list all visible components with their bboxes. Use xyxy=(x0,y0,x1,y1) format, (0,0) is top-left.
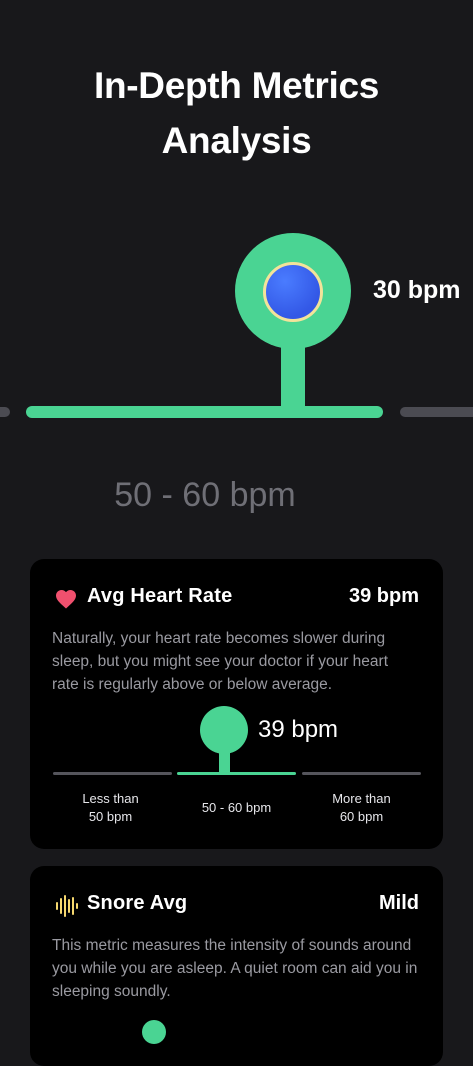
segment-low xyxy=(53,772,172,775)
card-description: Naturally, your heart rate becomes slowe… xyxy=(52,630,389,693)
segment-normal xyxy=(177,772,296,775)
mini-indicator-knob xyxy=(200,706,248,754)
segment-high-line-1: More than xyxy=(332,791,391,806)
snore-avg-card[interactable]: Snore Avg Mild This metric measures the … xyxy=(30,866,443,1066)
segment-normal-label: 50 - 60 bpm xyxy=(177,799,296,817)
slider-track-left xyxy=(0,407,10,417)
mini-indicator-value: 39 bpm xyxy=(258,716,339,743)
range-label: 50 - 60 bpm xyxy=(114,476,296,514)
card-title: Snore Avg xyxy=(87,892,188,914)
slider-value-label: 30 bpm xyxy=(373,276,461,304)
segment-high-label: More than 60 bpm xyxy=(302,790,421,826)
heart-rate-slider[interactable]: 30 bpm 50 - 60 bpm xyxy=(0,0,473,540)
slider-stem xyxy=(281,340,305,412)
slider-track-active xyxy=(26,406,383,418)
segment-low-line-1: Less than xyxy=(82,791,139,806)
segment-low-line-2: 50 bpm xyxy=(88,809,133,824)
segment-low-label: Less than 50 bpm xyxy=(51,790,170,826)
segment-high xyxy=(302,772,421,775)
card-header: Snore Avg Mild xyxy=(54,890,419,922)
sound-wave-icon xyxy=(56,895,78,917)
card-description: This metric measures the intensity of so… xyxy=(52,937,418,1000)
heart-icon xyxy=(56,590,76,609)
card-header: Avg Heart Rate 39 bpm xyxy=(54,583,419,615)
card-value: 39 bpm xyxy=(348,585,419,607)
card-title: Avg Heart Rate xyxy=(87,585,233,607)
segment-high-line-2: 60 bpm xyxy=(339,809,384,824)
slider-track-right xyxy=(400,407,473,417)
segment-normal-line-1: 50 - 60 bpm xyxy=(201,800,272,815)
slider-dot[interactable] xyxy=(263,262,323,322)
card-value: Mild xyxy=(379,892,419,914)
avg-heart-rate-card[interactable]: Avg Heart Rate 39 bpm Naturally, your he… xyxy=(30,559,443,849)
